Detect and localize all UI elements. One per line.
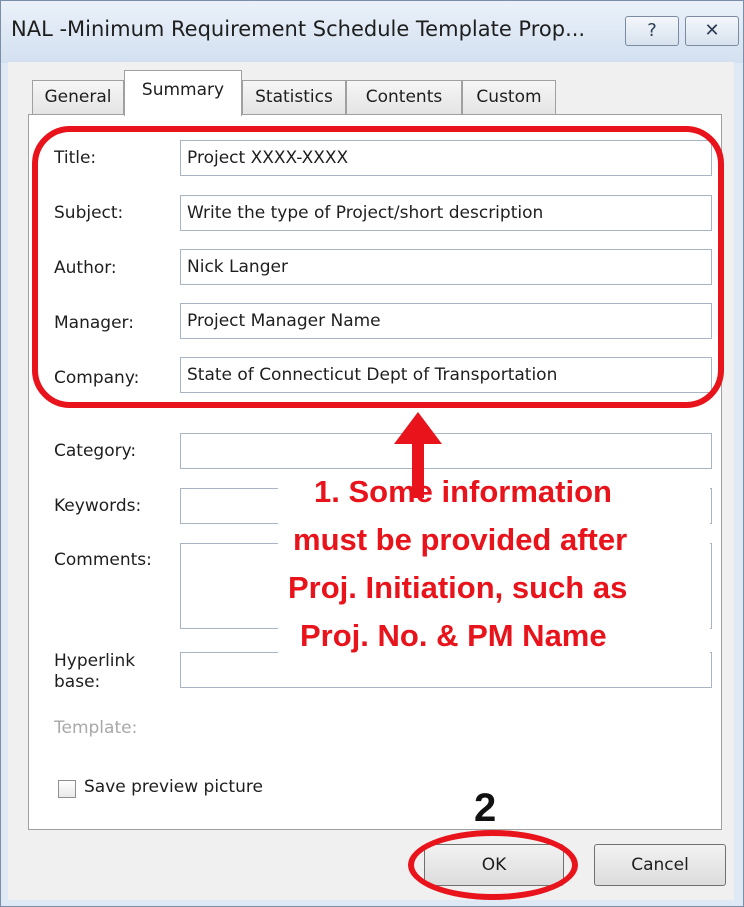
subject-field[interactable]: Write the type of Project/short descript… [180, 195, 712, 231]
tab-summary[interactable]: Summary [124, 70, 242, 116]
close-button[interactable]: ✕ [685, 16, 739, 46]
company-label: Company: [54, 368, 140, 388]
tab-custom[interactable]: Custom [462, 80, 556, 114]
cancel-button[interactable]: Cancel [594, 844, 726, 886]
hyperlink-label-line1: Hyperlink [54, 651, 136, 671]
save-preview-checkbox[interactable] [58, 780, 76, 798]
help-icon: ? [647, 20, 657, 41]
annotation-note-line-3: Proj. Initiation, such as [288, 570, 628, 605]
save-preview-label[interactable]: Save preview picture [84, 777, 263, 797]
keywords-label: Keywords: [54, 496, 142, 516]
tab-general[interactable]: General [32, 80, 124, 114]
category-label: Category: [54, 441, 137, 461]
subject-label: Subject: [54, 203, 124, 223]
annotation-note-line-1: 1. Some information [314, 474, 612, 509]
title-bar[interactable]: NAL -Minimum Requirement Schedule Templa… [1, 1, 743, 63]
manager-field[interactable]: Project Manager Name [180, 303, 712, 339]
help-button[interactable]: ? [625, 16, 679, 46]
template-label: Template: [54, 718, 138, 738]
annotation-note-line-4: Proj. No. & PM Name [300, 618, 607, 653]
close-icon: ✕ [704, 20, 720, 41]
tab-contents[interactable]: Contents [346, 80, 462, 114]
annotation-step-number: 2 [474, 786, 497, 830]
tab-statistics[interactable]: Statistics [242, 80, 346, 114]
hyperlink-base-label: Hyperlink base: [54, 651, 164, 693]
manager-label: Manager: [54, 313, 134, 333]
author-label: Author: [54, 258, 117, 278]
title-label: Title: [54, 148, 97, 168]
window-title: NAL -Minimum Requirement Schedule Templa… [11, 17, 586, 41]
annotation-note-line-2: must be provided after [293, 522, 628, 557]
comments-label: Comments: [54, 550, 152, 570]
ok-button[interactable]: OK [424, 844, 564, 886]
company-field[interactable]: State of Connecticut Dept of Transportat… [180, 357, 712, 393]
author-field[interactable]: Nick Langer [180, 249, 712, 285]
hyperlink-label-line2: base: [54, 672, 101, 692]
title-field[interactable]: Project XXXX-XXXX [180, 140, 712, 176]
